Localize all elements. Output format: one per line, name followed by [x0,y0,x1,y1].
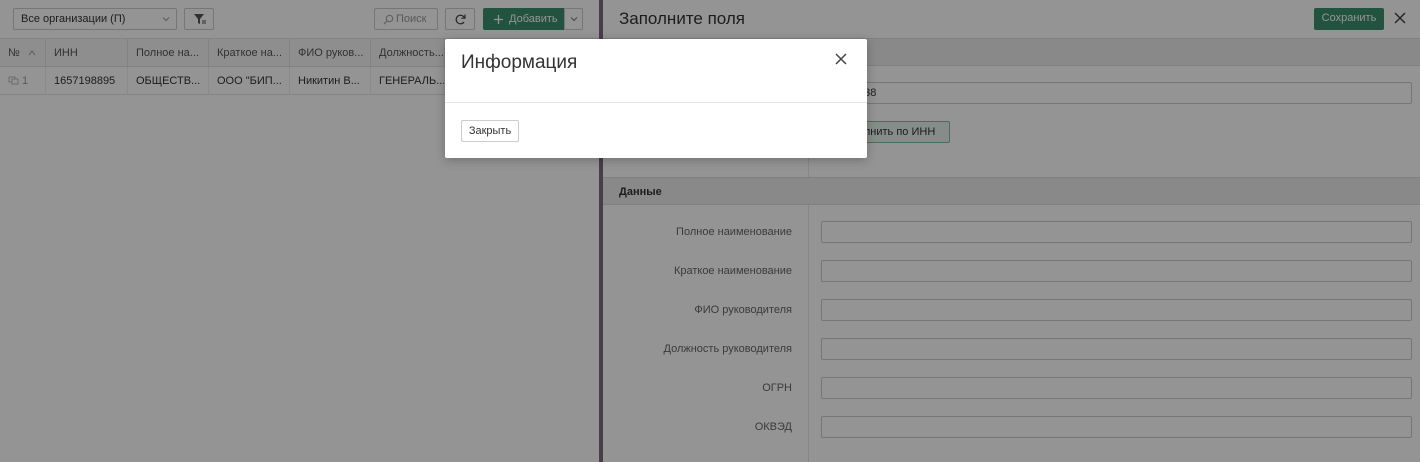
close-icon[interactable] [834,52,848,66]
dialog-separator [445,102,867,103]
info-dialog: Информация Закрыть [445,39,867,158]
dialog-title: Информация [461,52,578,73]
dialog-close-button[interactable]: Закрыть [461,120,519,142]
